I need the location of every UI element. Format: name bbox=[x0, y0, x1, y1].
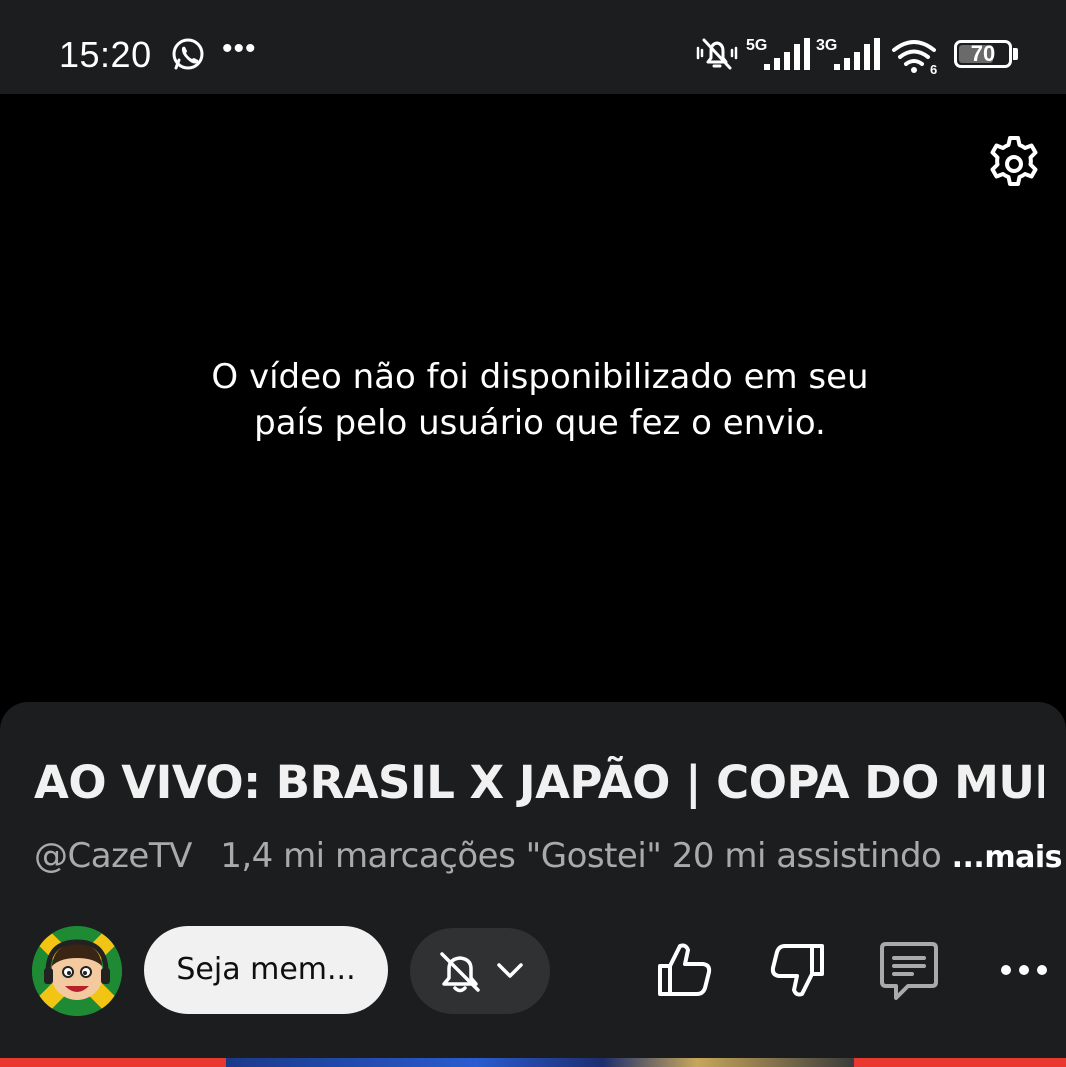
status-bar: 15:20 ••• 5G 3G 6 70 bbox=[0, 0, 1066, 94]
dislike-icon[interactable] bbox=[766, 940, 828, 1002]
message-line: O vídeo não foi disponibilizado em seu bbox=[211, 357, 869, 397]
video-unavailable-message: O vídeo não foi disponibilizado em seu p… bbox=[140, 354, 940, 446]
battery-icon: 70 bbox=[954, 40, 1012, 68]
avatar-image bbox=[32, 926, 122, 1016]
signal-icon: 5G bbox=[746, 37, 810, 70]
gear-icon[interactable] bbox=[984, 134, 1044, 194]
notification-settings-button[interactable] bbox=[410, 928, 550, 1014]
join-button[interactable]: Seja mem... bbox=[144, 926, 388, 1014]
channel-handle[interactable]: @CazeTV bbox=[34, 836, 192, 876]
muted-bell-icon bbox=[696, 38, 738, 70]
wifi-icon: 6 bbox=[892, 40, 937, 76]
clock: 15:20 bbox=[59, 34, 152, 75]
next-content-preview[interactable] bbox=[226, 1058, 854, 1067]
battery-percent: 70 bbox=[970, 41, 996, 66]
battery-nub bbox=[1013, 48, 1018, 60]
more-notifications-icon: ••• bbox=[222, 32, 257, 65]
network-type-label: 5G bbox=[746, 37, 767, 54]
message-line: país pelo usuário que fez o envio. bbox=[254, 403, 826, 443]
likes-count: 1,4 mi marcações "Gostei" bbox=[220, 836, 662, 876]
video-title[interactable]: AO VIVO: BRASIL X JAPÃO | COPA DO MUN... bbox=[34, 756, 1044, 809]
bell-off-icon bbox=[440, 952, 480, 993]
channel-avatar[interactable] bbox=[32, 926, 122, 1016]
like-icon[interactable] bbox=[654, 938, 716, 1000]
comment-icon[interactable] bbox=[876, 940, 942, 1002]
more-options-icon[interactable] bbox=[1000, 958, 1048, 982]
chevron-down-icon bbox=[497, 963, 523, 978]
whatsapp-icon bbox=[172, 38, 204, 70]
network-type-label: 3G bbox=[816, 37, 837, 54]
watching-count: 20 mi assistindo bbox=[671, 836, 942, 876]
signal-icon: 3G bbox=[816, 37, 880, 70]
video-metadata[interactable]: @CazeTV 1,4 mi marcações "Gostei" 20 mi … bbox=[34, 836, 1062, 876]
wifi-badge: 6 bbox=[930, 62, 937, 76]
more-link[interactable]: ...mais bbox=[952, 840, 1063, 875]
